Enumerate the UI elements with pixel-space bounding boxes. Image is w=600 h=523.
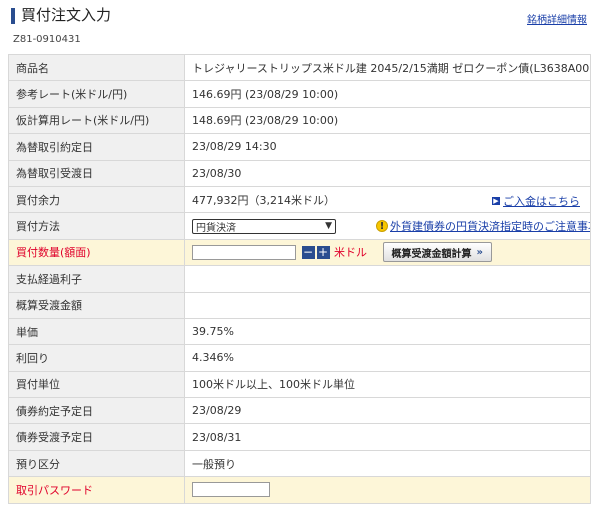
warning-icon: ! (376, 220, 388, 233)
double-chevron-right-icon: » (476, 246, 483, 258)
method-label: 買付方法 (8, 212, 185, 240)
buying-power-value: 477,932円（3,214米ドル） (192, 193, 335, 207)
row-ref-rate: 参考レート(米ドル/円) 146.69円 (23/08/29 10:00) (8, 80, 591, 108)
row-yield: 利回り 4.346% (8, 344, 591, 372)
fx-date-value: 23/08/29 14:30 (184, 133, 591, 161)
quantity-label: 買付数量(額面) (8, 238, 185, 267)
custody-label: 預り区分 (8, 449, 185, 478)
settlement-notice-link[interactable]: 外貨建債券の円貨決済指定時のご注意事項 (390, 218, 590, 234)
buying-power-label: 買付余力 (8, 185, 185, 214)
yield-label: 利回り (8, 344, 185, 372)
settlement-notice[interactable]: ! 外貨建債券の円貨決済指定時のご注意事項 (376, 218, 590, 234)
row-product: 商品名 トレジャリーストリップス米ドル建 2045/2/15満期 ゼロクーポン債… (8, 53, 591, 82)
chevron-down-icon: ▼ (325, 221, 332, 232)
unit-value: 100米ドル以上、100米ドル単位 (184, 370, 591, 399)
accrued-value (184, 265, 591, 293)
price-value: 39.75% (184, 317, 591, 346)
calc-amount-button-label: 概算受渡金額計算 (391, 248, 472, 260)
row-method: 買付方法 円貨決済 ▼ ! 外貨建債券の円貨決済指定時のご注意事項 (8, 212, 591, 240)
quantity-input[interactable] (192, 244, 296, 260)
product-value: トレジャリーストリップス米ドル建 2045/2/15満期 ゼロクーポン債(L36… (184, 53, 591, 82)
yield-value: 4.346% (184, 344, 591, 372)
calc-amount-button[interactable]: 概算受渡金額計算 » (382, 242, 492, 263)
buying-power-cell: 477,932円（3,214米ドル） ▶ ご入金はこちら (184, 185, 591, 214)
plus-icon[interactable]: + (316, 245, 330, 259)
row-fx-date: 為替取引約定日 23/08/29 14:30 (8, 133, 591, 161)
row-calc-rate: 仮計算用レート(米ドル/円) 148.69円 (23/08/29 10:00) (8, 106, 591, 135)
bond-trade-label: 債券約定予定日 (8, 397, 185, 425)
minus-icon[interactable]: − (301, 245, 315, 259)
arrow-right-icon: ▶ (492, 196, 500, 205)
row-buying-power: 買付余力 477,932円（3,214米ドル） ▶ ご入金はこちら (8, 185, 591, 214)
bond-trade-value: 23/08/29 (184, 397, 591, 425)
row-fx-settle: 為替取引受渡日 23/08/30 (8, 159, 591, 187)
quantity-unit: 米ドル (334, 246, 367, 260)
order-form-table: 商品名 トレジャリーストリップス米ドル建 2045/2/15満期 ゼロクーポン債… (8, 53, 591, 504)
order-id: Z81-0910431 (13, 34, 81, 45)
custody-value: 一般預り (184, 449, 591, 478)
page-header: 買付注文入力 銘柄詳細情報 (0, 0, 600, 30)
method-cell: 円貨決済 ▼ ! 外貨建債券の円貨決済指定時のご注意事項 (184, 212, 591, 240)
calc-rate-label: 仮計算用レート(米ドル/円) (8, 106, 185, 135)
accrued-label: 支払経過利子 (8, 265, 185, 293)
password-label: 取引パスワード (8, 476, 185, 504)
row-bond-settle: 債券受渡予定日 23/08/31 (8, 423, 591, 451)
unit-label: 買付単位 (8, 370, 185, 399)
row-accrued: 支払経過利子 (8, 265, 591, 293)
product-label: 商品名 (8, 53, 185, 82)
calc-rate-value: 148.69円 (23/08/29 10:00) (184, 106, 591, 135)
ref-rate-label: 参考レート(米ドル/円) (8, 80, 185, 108)
ref-rate-value: 146.69円 (23/08/29 10:00) (184, 80, 591, 108)
row-custody: 預り区分 一般預り (8, 449, 591, 478)
row-unit: 買付単位 100米ドル以上、100米ドル単位 (8, 370, 591, 399)
est-amount-value (184, 291, 591, 319)
price-label: 単価 (8, 317, 185, 346)
bond-settle-value: 23/08/31 (184, 423, 591, 451)
fx-date-label: 為替取引約定日 (8, 133, 185, 161)
fx-settle-value: 23/08/30 (184, 159, 591, 187)
est-amount-label: 概算受渡金額 (8, 291, 185, 319)
settlement-method-selected: 円貨決済 (196, 222, 236, 234)
quantity-cell: − + 米ドル 概算受渡金額計算 » (184, 238, 591, 267)
password-cell (184, 476, 591, 504)
password-input[interactable] (192, 482, 270, 498)
fx-settle-label: 為替取引受渡日 (8, 159, 185, 187)
row-price: 単価 39.75% (8, 317, 591, 346)
deposit-link-group[interactable]: ▶ ご入金はこちら (492, 193, 580, 209)
row-password: 取引パスワード (8, 476, 591, 504)
row-bond-trade: 債券約定予定日 23/08/29 (8, 397, 591, 425)
page-title: 買付注文入力 (21, 6, 112, 24)
title-accent-bar (11, 8, 15, 24)
bond-settle-label: 債券受渡予定日 (8, 423, 185, 451)
settlement-method-select[interactable]: 円貨決済 ▼ (192, 218, 336, 234)
deposit-link[interactable]: ご入金はこちら (503, 193, 580, 209)
bond-detail-link[interactable]: 銘柄詳細情報 (527, 11, 587, 26)
row-est-amount: 概算受渡金額 (8, 291, 591, 319)
row-quantity: 買付数量(額面) − + 米ドル 概算受渡金額計算 » (8, 238, 591, 267)
